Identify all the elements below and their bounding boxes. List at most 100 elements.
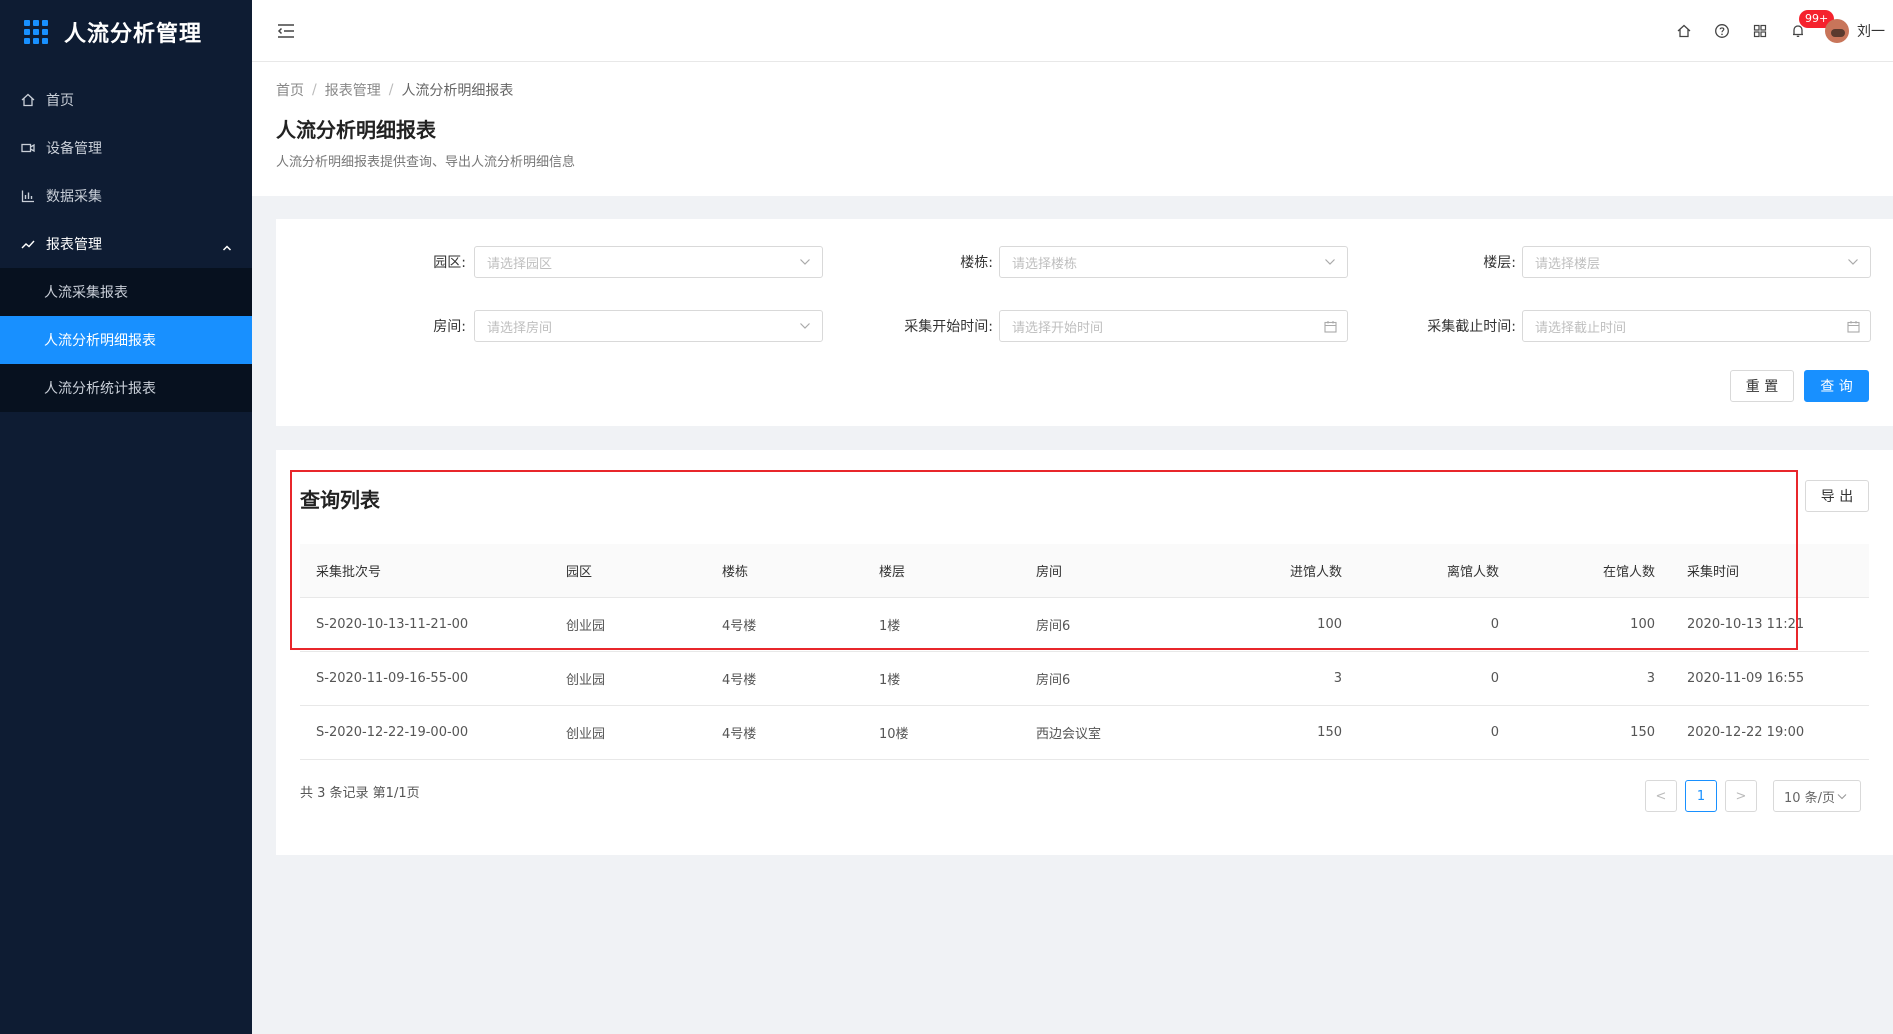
apps-grid-icon[interactable] (1741, 0, 1779, 62)
floor-label: 楼层: (1483, 255, 1516, 271)
room-label: 房间: (433, 319, 466, 335)
column-header: 进馆人数 (1289, 565, 1342, 580)
building-select[interactable]: 请选择楼栋 (999, 246, 1348, 278)
page-number-button[interactable]: 1 (1685, 780, 1717, 812)
help-icon[interactable] (1703, 0, 1741, 62)
sidebar-item-home[interactable]: 首页 (0, 76, 252, 124)
chevron-down-icon (798, 319, 812, 333)
results-panel: 查询列表 导 出 采集批次号 园区 楼栋 楼层 房间 进馆人数 离馆人数 在馆人… (276, 450, 1893, 855)
app-title: 人流分析管理 (64, 22, 203, 47)
floor-placeholder: 请选择楼层 (1535, 256, 1601, 272)
table-cell: 150 (1630, 725, 1655, 740)
table-cell: 100 (1630, 617, 1655, 632)
column-header: 园区 (566, 565, 593, 580)
table-row[interactable]: S-2020-10-13-11-21-00 创业园 4号楼 1楼 房间6 100… (300, 598, 1869, 652)
user-menu[interactable]: 刘一 (1825, 19, 1885, 43)
breadcrumb-home[interactable]: 首页 (276, 80, 304, 100)
start-time-filter: 采集开始时间: 请选择开始时间 (811, 310, 1348, 342)
page-header: 首页 / 报表管理 / 人流分析明细报表 人流分析明细报表 人流分析明细报表提供… (252, 62, 1893, 196)
user-name: 刘一 (1857, 24, 1885, 40)
table-row[interactable]: S-2020-12-22-19-00-00 创业园 4号楼 10楼 西边会议室 … (300, 706, 1869, 760)
table-cell: 2020-10-13 11:21 (1687, 617, 1805, 632)
end-time-picker[interactable]: 请选择截止时间 (1522, 310, 1871, 342)
table-row[interactable]: S-2020-11-09-16-55-00 创业园 4号楼 1楼 房间6 3 0… (300, 652, 1869, 706)
page-size-select[interactable]: 10 条/页 (1773, 780, 1861, 812)
notification-bell-icon[interactable]: 99+ (1779, 0, 1835, 62)
line-chart-icon (20, 236, 36, 252)
table-cell: 4号楼 (722, 673, 757, 688)
table-cell: 100 (1317, 617, 1342, 632)
next-page-button[interactable]: > (1725, 780, 1757, 812)
building-label: 楼栋: (960, 255, 993, 271)
end-time-label: 采集截止时间: (1427, 319, 1516, 335)
table-cell: 3 (1646, 671, 1655, 686)
pagination: < 1 > 10 条/页 (1637, 780, 1861, 812)
end-time-filter: 采集截止时间: 请选择截止时间 (1334, 310, 1871, 342)
menu-fold-icon[interactable] (276, 21, 296, 41)
sidebar-subitem-statistics-report[interactable]: 人流分析统计报表 (0, 364, 252, 412)
table-cell: 150 (1317, 725, 1342, 740)
park-label: 园区: (433, 255, 466, 271)
column-header: 房间 (1036, 565, 1063, 580)
page-size-value: 10 条/页 (1784, 790, 1836, 806)
table-cell: S-2020-10-13-11-21-00 (316, 617, 469, 632)
page-title: 人流分析明细报表 (276, 118, 436, 142)
breadcrumb-reports[interactable]: 报表管理 (325, 80, 381, 100)
breadcrumb-current: 人流分析明细报表 (401, 83, 514, 99)
video-camera-icon (20, 140, 36, 156)
sidebar-item-devices[interactable]: 设备管理 (0, 124, 252, 172)
sidebar-item-data-collection[interactable]: 数据采集 (0, 172, 252, 220)
sidebar-item-reports[interactable]: 报表管理 (0, 220, 252, 268)
export-button[interactable]: 导 出 (1805, 480, 1869, 512)
breadcrumb: 首页 / 报表管理 / 人流分析明细报表 (276, 80, 1869, 100)
calendar-icon (1846, 319, 1860, 333)
top-header: 99+ 刘一 (252, 0, 1893, 62)
column-header: 楼层 (879, 565, 906, 580)
brand: 人流分析管理 (0, 0, 252, 64)
page-description: 人流分析明细报表提供查询、导出人流分析明细信息 (276, 155, 576, 170)
chevron-down-icon (1846, 255, 1860, 269)
column-header: 采集时间 (1687, 565, 1740, 580)
room-placeholder: 请选择房间 (487, 320, 553, 336)
table-cell: S-2020-11-09-16-55-00 (316, 671, 469, 686)
chevron-up-icon (222, 240, 232, 256)
table-cell: 创业园 (566, 727, 606, 742)
start-time-label: 采集开始时间: (904, 319, 993, 335)
column-header: 离馆人数 (1446, 565, 1499, 580)
column-header: 在馆人数 (1602, 565, 1655, 580)
sidebar-subitem-detail-report[interactable]: 人流分析明细报表 (0, 316, 252, 364)
table-title: 查询列表 (300, 488, 380, 512)
chevron-down-icon (1837, 793, 1847, 800)
app-logo-icon (24, 20, 48, 44)
chevron-down-icon (798, 255, 812, 269)
table-cell: 2020-11-09 16:55 (1687, 671, 1805, 686)
table-cell: 0 (1490, 617, 1499, 632)
reports-submenu: 人流采集报表 人流分析明细报表 人流分析统计报表 (0, 268, 252, 412)
table-cell: 4号楼 (722, 619, 757, 634)
room-select[interactable]: 请选择房间 (474, 310, 823, 342)
sidebar-subitem-collection-report[interactable]: 人流采集报表 (0, 268, 252, 316)
filter-panel: 园区: 请选择园区 楼栋: 请选择楼栋 楼层: 请选择楼层 房间: 请选择房间 … (276, 219, 1893, 426)
start-time-placeholder: 请选择开始时间 (1012, 320, 1104, 336)
table-cell: 创业园 (566, 619, 606, 634)
table-cell: 0 (1490, 671, 1499, 686)
table-cell: 房间6 (1036, 673, 1071, 688)
query-button[interactable]: 查 询 (1804, 370, 1869, 402)
column-header: 楼栋 (722, 565, 749, 580)
breadcrumb-separator: / (388, 82, 394, 98)
floor-select[interactable]: 请选择楼层 (1522, 246, 1871, 278)
sidebar-item-label: 设备管理 (46, 141, 102, 157)
sidebar-item-label: 报表管理 (46, 237, 102, 253)
bar-chart-icon (20, 188, 36, 204)
prev-page-button[interactable]: < (1645, 780, 1677, 812)
sidebar-menu: 首页 设备管理 数据采集 报表管理 人流采集报表 人流分析明细报表 人流分析统计… (0, 76, 252, 412)
park-select[interactable]: 请选择园区 (474, 246, 823, 278)
table-cell: 1楼 (879, 619, 901, 634)
start-time-picker[interactable]: 请选择开始时间 (999, 310, 1348, 342)
building-placeholder: 请选择楼栋 (1012, 256, 1078, 272)
reset-button[interactable]: 重 置 (1730, 370, 1794, 402)
header-actions: 99+ 刘一 (1665, 0, 1885, 62)
breadcrumb-separator: / (312, 82, 317, 98)
home-icon[interactable] (1665, 0, 1703, 62)
table-cell: 1楼 (879, 673, 901, 688)
